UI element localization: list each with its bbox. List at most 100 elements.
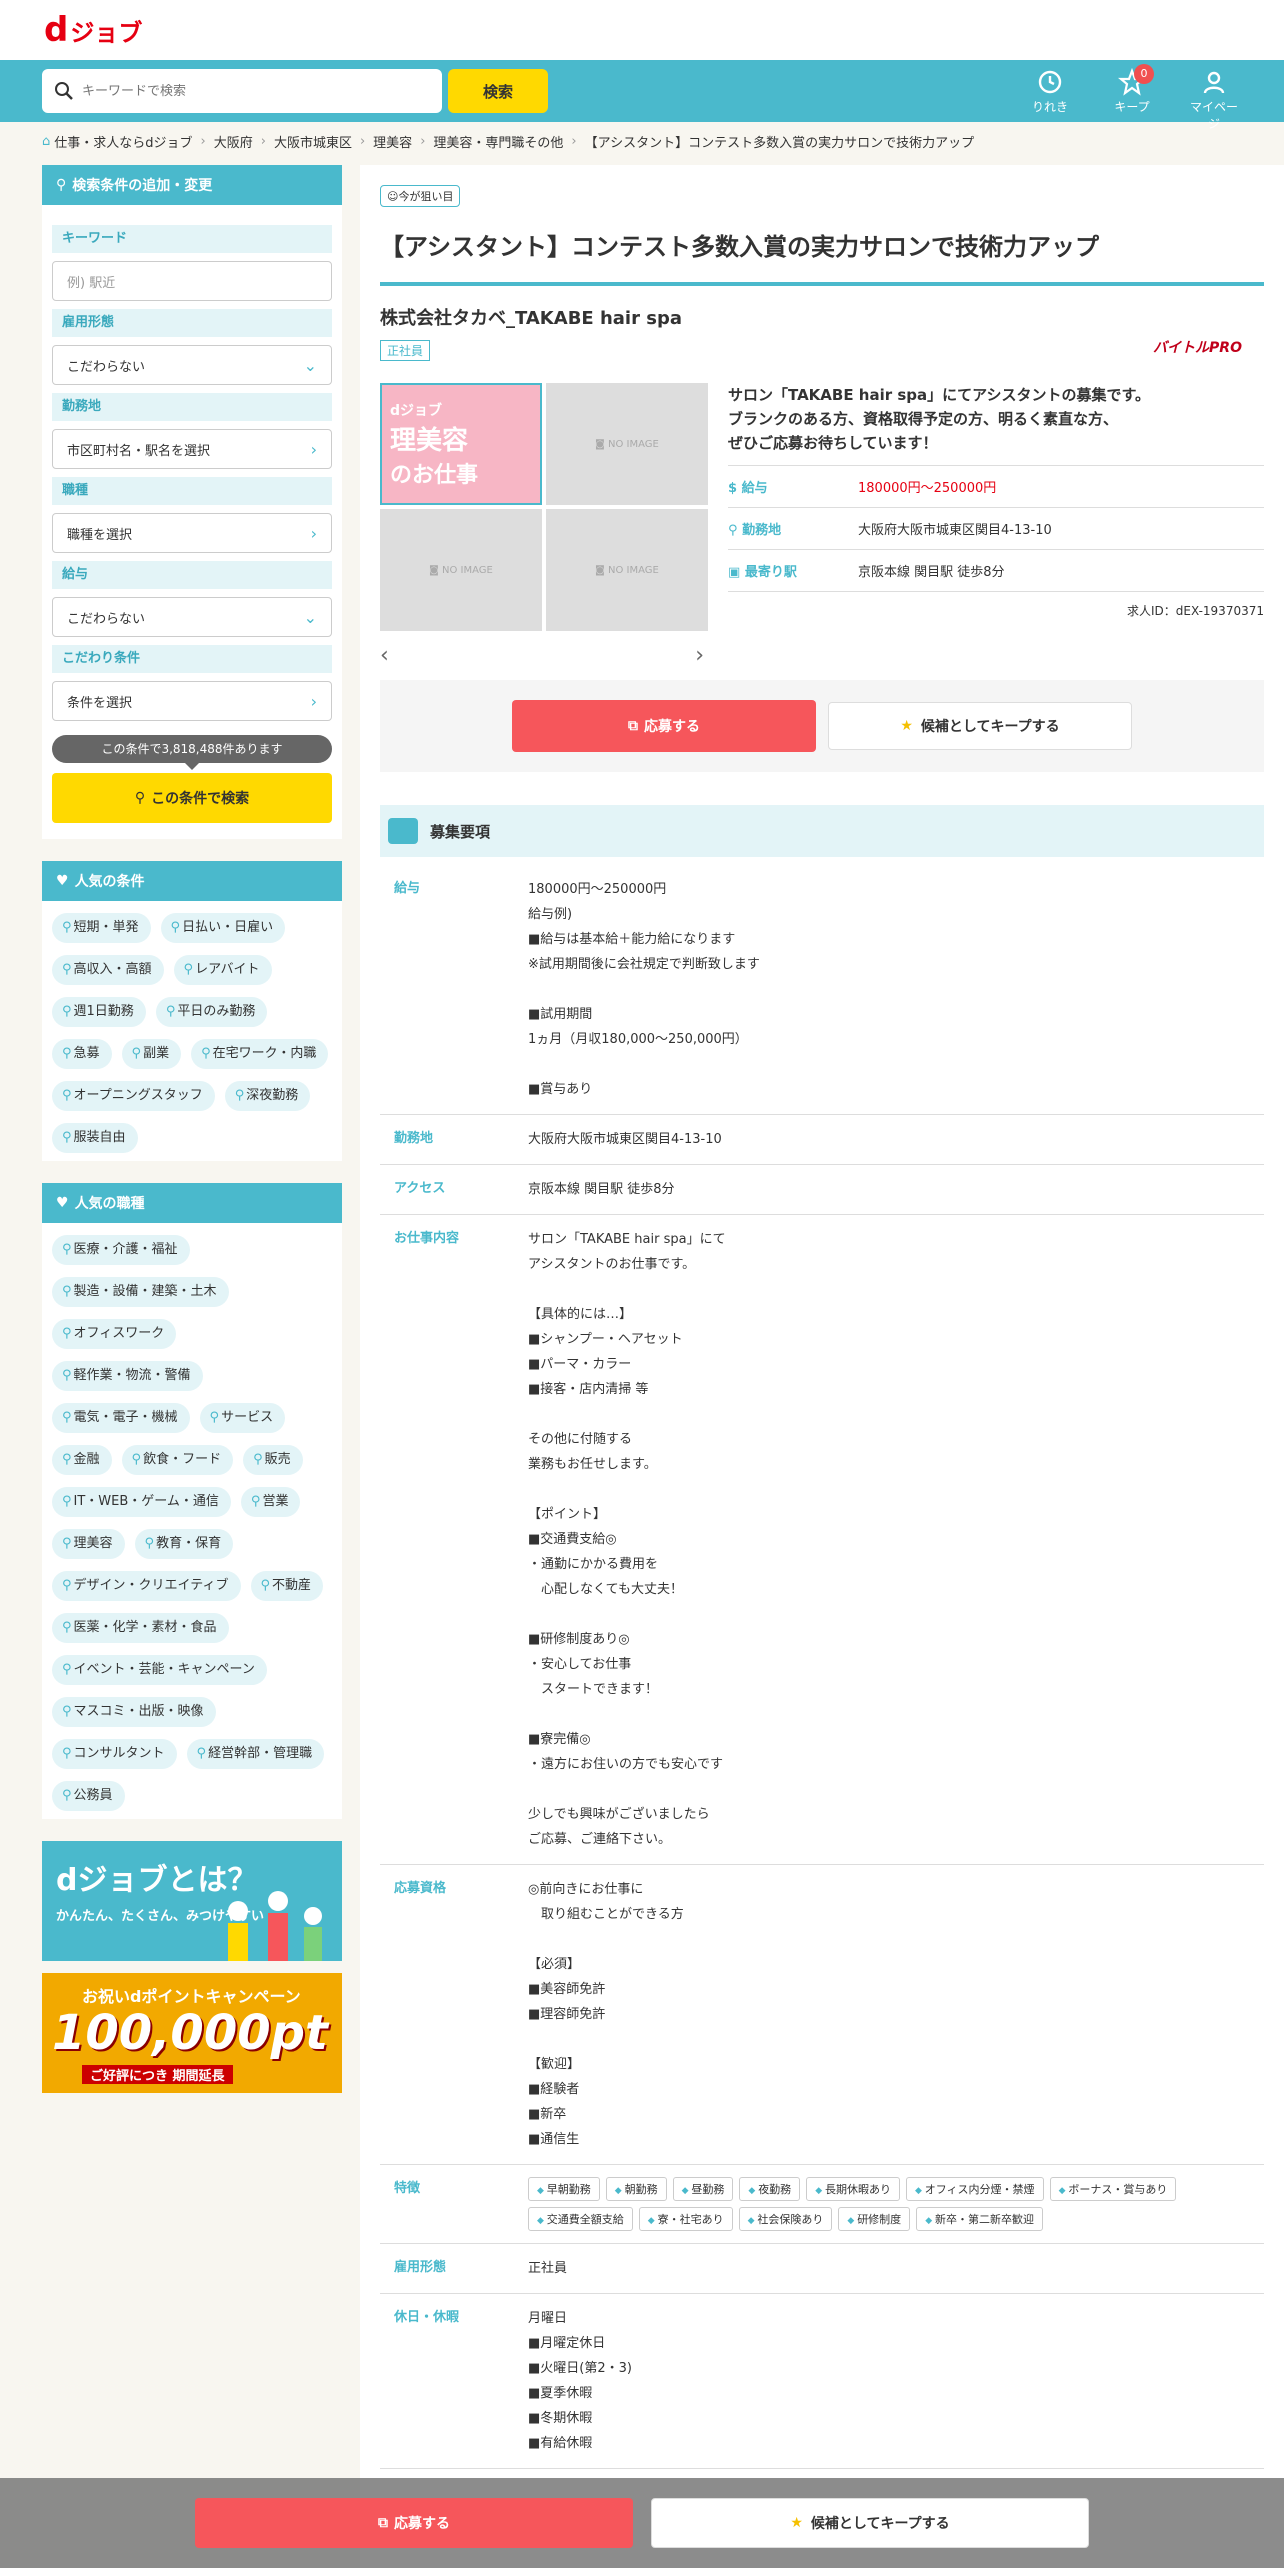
popular-condition-tag[interactable]: 副業 — [121, 1039, 182, 1069]
popular-job-tag[interactable]: 医薬・化学・素材・食品 — [52, 1613, 229, 1643]
popular-job-tag[interactable]: マスコミ・出版・映像 — [52, 1697, 216, 1727]
external-link-icon: ⧉ — [378, 2515, 388, 2531]
main-photo[interactable]: dジョブ 理美容 のお仕事 — [380, 383, 542, 505]
popular-condition-tag[interactable]: 在宅ワーク・内職 — [191, 1039, 329, 1069]
job-select[interactable]: 職種を選択 › — [52, 513, 332, 553]
site-logo[interactable]: d ジョブ — [44, 10, 142, 50]
feature-tag[interactable]: 寮・社宅あり — [638, 2207, 733, 2231]
popular-job-tag[interactable]: 製造・設備・建築・土木 — [52, 1277, 229, 1307]
conditions-select[interactable]: 条件を選択 › — [52, 681, 332, 721]
breadcrumb-item[interactable]: 仕事・求人ならdジョブ — [54, 132, 192, 151]
popular-job-tag[interactable]: イベント・芸能・キャンペーン — [52, 1655, 267, 1685]
keep-count-badge: 0 — [1134, 64, 1154, 84]
apply-button[interactable]: ⧉ 応募する — [512, 700, 816, 752]
header-icons: りれき キープ 0 マイページ — [1024, 64, 1240, 132]
chevron-right-icon[interactable]: › — [695, 643, 704, 668]
sticky-apply-label: 応募する — [394, 2516, 450, 2532]
popular-condition-tag[interactable]: 平日のみ勤務 — [155, 997, 268, 1027]
breadcrumb-item[interactable]: 理美容 — [373, 132, 412, 151]
mypage-link[interactable]: マイページ — [1188, 68, 1240, 132]
catch-badge: ☺今が狙い目 — [380, 185, 461, 207]
employment-label: 雇用形態 — [52, 309, 332, 337]
popular-condition-tag[interactable]: 急募 — [52, 1039, 112, 1069]
keep-link[interactable]: キープ 0 — [1106, 64, 1158, 132]
about-djob-banner[interactable]: dジョブとは？ かんたん、たくさん、みつけやすい — [42, 1841, 342, 1961]
feature-tag[interactable]: 朝勤務 — [605, 2177, 667, 2201]
popular-condition-tag[interactable]: 服装自由 — [52, 1123, 138, 1153]
feature-tag[interactable]: オフィス内分煙・禁煙 — [905, 2177, 1044, 2201]
search-input[interactable] — [82, 83, 412, 99]
popular-job-tag[interactable]: 販売 — [243, 1445, 303, 1475]
popular-job-tag[interactable]: デザイン・クリエイティブ — [52, 1571, 241, 1601]
pin-icon: ⚲ — [728, 523, 743, 538]
search-box[interactable] — [42, 69, 442, 113]
popular-condition-tag[interactable]: オープニングスタッフ — [52, 1081, 215, 1111]
popular-job-tag[interactable]: 経営幹部・管理職 — [186, 1739, 325, 1769]
requirement-key: 休日・休暇 — [394, 2310, 460, 2325]
requirement-value: 京阪本線 関目駅 徒歩8分 — [528, 1182, 675, 1197]
photo-gallery: dジョブ 理美容 のお仕事 ◙ NO IMAGE ◙ NO IMAGE ◙ NO… — [380, 383, 708, 631]
salary-select[interactable]: こだわらない ⌄ — [52, 597, 332, 637]
summary-location: ⚲ 勤務地 大阪府大阪市城東区関目4-13-10 — [728, 508, 1264, 550]
popular-job-tag[interactable]: オフィスワーク — [52, 1319, 177, 1349]
feature-tag[interactable]: 新卒・第二新卒歓迎 — [916, 2207, 1043, 2231]
requirements-head: 募集要項 — [380, 805, 1264, 857]
keyword-field[interactable]: 例) 駅近 — [52, 261, 332, 301]
popular-condition-tag[interactable]: 日払い・日雇い — [160, 913, 286, 943]
popular-condition-tag[interactable]: 深夜勤務 — [224, 1081, 311, 1111]
employment-select[interactable]: こだわらない ⌄ — [52, 345, 332, 385]
apply-area: ⧉ 応募する ★ 候補としてキープする — [380, 680, 1264, 772]
feature-tag[interactable]: 交通費全額支給 — [528, 2207, 633, 2231]
requirement-key: アクセス — [394, 1181, 446, 1196]
feature-tag[interactable]: 長期休暇あり — [806, 2177, 900, 2201]
popular-job-tag[interactable]: サービス — [199, 1403, 286, 1433]
photo-placeholder[interactable]: ◙ NO IMAGE — [546, 509, 708, 631]
search-button[interactable]: 検索 — [448, 69, 548, 113]
popular-condition-tag[interactable]: 週1日勤務 — [52, 997, 146, 1027]
popular-job-tag[interactable]: 公務員 — [52, 1781, 125, 1811]
external-link-icon: ⧉ — [628, 718, 638, 734]
breadcrumb-item[interactable]: 大阪市城東区 — [274, 132, 352, 151]
popular-job-tag[interactable]: 教育・保育 — [134, 1529, 234, 1559]
feature-tag[interactable]: ボーナス・賞与あり — [1049, 2177, 1177, 2201]
condition-search-button[interactable]: ⚲ この条件で検索 — [52, 773, 332, 823]
campaign-main: 100,000pt — [52, 2005, 328, 2061]
search-panel-head: ⚲ 検索条件の追加・変更 — [42, 165, 342, 205]
chevron-left-icon[interactable]: ‹ — [380, 643, 389, 668]
sticky-apply-button[interactable]: ⧉ 応募する — [195, 2498, 633, 2548]
photo-placeholder[interactable]: ◙ NO IMAGE — [380, 509, 542, 631]
popular-job-tag[interactable]: コンサルタント — [52, 1739, 177, 1769]
popular-job-tag[interactable]: 電気・電子・機械 — [52, 1403, 190, 1433]
feature-tag[interactable]: 夜勤務 — [739, 2177, 801, 2201]
popular-job-tag[interactable]: 不動産 — [250, 1571, 324, 1601]
yen-icon: $ — [728, 481, 742, 496]
feature-tag[interactable]: 社会保険あり — [738, 2207, 833, 2231]
requirement-key: 給与 — [394, 881, 421, 896]
popular-condition-tag[interactable]: レアバイト — [173, 955, 272, 985]
popular-job-tag[interactable]: 営業 — [240, 1487, 301, 1517]
result-count-tooltip: この条件で3,818,488件あります — [52, 735, 332, 770]
popular-job-tag[interactable]: IT・WEB・ゲーム・通信 — [52, 1487, 231, 1517]
feature-tag[interactable]: 早朝勤務 — [528, 2177, 600, 2201]
popular-job-tag[interactable]: 軽作業・物流・警備 — [52, 1361, 203, 1391]
history-link[interactable]: りれき — [1024, 68, 1076, 132]
popular-condition-tag[interactable]: 高収入・高額 — [52, 955, 164, 985]
campaign-banner[interactable]: お祝いdポイントキャンペーン 100,000pt ご好評につき 期間延長 — [42, 1973, 342, 2093]
popular-job-tag[interactable]: 理美容 — [52, 1529, 125, 1559]
feature-tag[interactable]: 昼勤務 — [672, 2177, 734, 2201]
keep-button[interactable]: ★ 候補としてキープする — [828, 702, 1132, 750]
feature-tag[interactable]: 研修制度 — [838, 2207, 911, 2231]
popular-job-tag[interactable]: 飲食・フード — [121, 1445, 234, 1475]
summary-location-value: 大阪府大阪市城東区関目4-13-10 — [858, 523, 1052, 538]
photo-placeholder[interactable]: ◙ NO IMAGE — [546, 383, 708, 505]
breadcrumb-item[interactable]: 理美容・専門職その他 — [433, 132, 563, 151]
popular-condition-tag[interactable]: 短期・単発 — [52, 913, 151, 943]
popular-job-tag[interactable]: 医療・介護・福祉 — [52, 1235, 190, 1265]
breadcrumb-item[interactable]: 大阪府 — [214, 132, 253, 151]
popular-job-tag[interactable]: 金融 — [52, 1445, 112, 1475]
sticky-keep-button[interactable]: ★ 候補としてキープする — [651, 2498, 1089, 2548]
summary-station-key: 最寄り駅 — [744, 565, 797, 580]
logo-d: d — [44, 10, 69, 50]
location-select[interactable]: 市区町村名・駅名を選択 › — [52, 429, 332, 469]
logo-text: ジョブ — [70, 19, 143, 47]
